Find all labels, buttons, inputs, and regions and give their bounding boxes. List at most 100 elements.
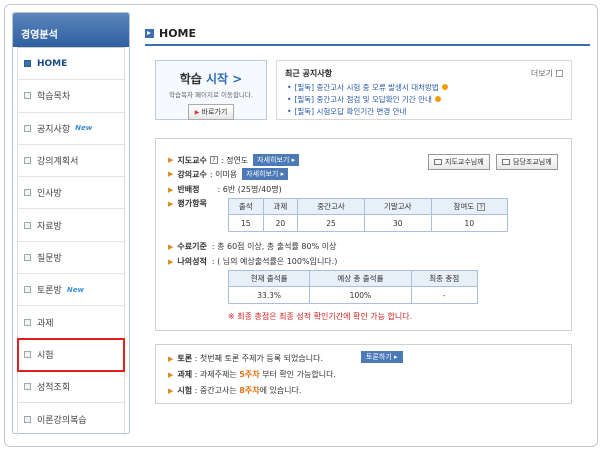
sidebar-item-label: HOME (37, 58, 68, 69)
grade-warning: ※ 최종 총점은 최종 성적 확인기간에 확인 가능 합니다. (228, 312, 413, 321)
bullet-icon: ▶ (168, 387, 174, 395)
bullet-icon: ▶ (168, 199, 174, 208)
sidebar-item-contents[interactable]: 학습목차 (18, 80, 124, 113)
bullet-icon (24, 124, 31, 132)
table-cell: - (410, 286, 478, 304)
exam-text: : 중간고사는 (194, 386, 237, 395)
sidebar-item-label: 과제 (37, 318, 54, 329)
notice-item[interactable]: • [필독] 시험오답 확인기간 변경 안내 (287, 106, 448, 118)
arrow-icon: • (287, 107, 292, 116)
table-header: 예상 총 출석률 (309, 270, 412, 287)
mail-professor-button[interactable]: 지도교수님께 (428, 154, 490, 170)
table-cell: 20 (262, 214, 299, 232)
criteria-row: ▶ 수료기준 : 총 60점 이상, 총 출석률 80% 이상 (168, 241, 336, 252)
sidebar-title: 경영분석 (13, 13, 129, 47)
bullet-icon (24, 157, 31, 165)
detail-label: 자세히보기 (246, 170, 279, 178)
bullet-icon: ▶ (168, 371, 174, 379)
mygrade-label: 나의성적 (177, 257, 207, 266)
exam-row: ▶ 시험 : 중간고사는 8주차에 있습니다. (168, 385, 301, 396)
study-start-description: 학습목차 페이지로 이동합니다. (169, 91, 253, 99)
table-header: 최종 총점 (410, 270, 478, 287)
sidebar-item-label: 공지사항 (37, 124, 71, 135)
mail-professor-label: 지도교수님께 (445, 158, 484, 166)
plus-box-icon (556, 70, 563, 77)
tutor-name: : 이미용 (209, 169, 238, 179)
professor-row: ▶ 지도교수 ? : 정연도 자세히보기 ▸ (168, 154, 300, 166)
table-header: 중간고사 (297, 198, 365, 215)
sidebar-item-grades[interactable]: 성적조회 (18, 371, 124, 404)
bullet-icon (24, 189, 31, 197)
professor-detail-button[interactable]: 자세히보기 ▸ (253, 154, 300, 166)
detail-label: 자세히보기 (257, 156, 290, 164)
table-header: 현재 출석률 (227, 270, 311, 287)
bullet-icon (24, 383, 31, 391)
sidebar-item-notice[interactable]: 공지사항 New (18, 113, 124, 145)
bullet-icon (24, 286, 31, 294)
bullet-icon: ▶ (168, 257, 174, 266)
notice-title: 최근 공지사항 (285, 69, 332, 78)
sidebar-item-label: 토론방 (37, 286, 62, 297)
table-header: 참여도? (430, 198, 509, 215)
notice-item-text: [필독] 시험오답 확인기간 변경 안내 (294, 107, 407, 116)
class-row: ▶ 반배정 : 6반 (25명/40명) (168, 184, 282, 195)
mail-tutor-label: 담당조교님께 (513, 158, 552, 166)
bullet-icon: ▶ (168, 355, 174, 363)
bullet-icon (24, 318, 31, 326)
envelope-icon (502, 159, 510, 165)
discussion-label: 토론 (177, 354, 193, 363)
arrow-icon: • (287, 95, 292, 104)
assignment-text-end: 부터 확인 가능합니다. (262, 370, 336, 379)
page-title: HOME (145, 27, 196, 40)
eval-table: 출석 과제 중간고사 기말고사 참여도? 15 20 25 30 10 (228, 198, 509, 232)
study-start-prefix: 학습 (179, 72, 202, 86)
notice-item[interactable]: • [필독] 중간고사 시험 중 오류 발생시 대처방법 (287, 82, 448, 94)
criteria-label: 수료기준 (177, 242, 207, 251)
sidebar-item-discussion[interactable]: 토론방 New (18, 274, 124, 307)
bullet-icon (24, 92, 31, 100)
arrow-right-icon: ▶ (194, 109, 200, 116)
go-button[interactable]: ▶ 바로가기 (187, 104, 235, 120)
tutor-detail-button[interactable]: 자세히보기 ▸ (242, 168, 289, 180)
sidebar-item-exam[interactable]: 시험 (17, 337, 125, 372)
mygrade-value: : ( 님의 예상출석률은 100%입니다.) (211, 257, 338, 266)
table-cell: 33.3% (227, 286, 311, 304)
table-cell: 25 (297, 214, 365, 232)
sidebar-item-label: 성적조회 (37, 383, 71, 394)
sidebar-item-home[interactable]: HOME (18, 48, 124, 81)
sidebar-item-questions[interactable]: 질문방 (18, 242, 124, 275)
course-info-panel: ▶ 지도교수 ? : 정연도 자세히보기 ▸ ▶ 강의교수 : 이미용 자세히보… (155, 138, 572, 331)
table-header-row: 출석 과제 중간고사 기말고사 참여도? (228, 198, 509, 215)
notice-item[interactable]: • [필독] 중간고사 점검 및 오답확인 기간 안내 (287, 94, 448, 106)
table-cell: 15 (228, 214, 264, 232)
discuss-button[interactable]: 토론하기 ▸ (361, 351, 403, 363)
bullet-icon (24, 350, 31, 358)
sidebar-item-materials[interactable]: 자료방 (18, 209, 124, 242)
table-row: 15 20 25 30 10 (228, 214, 509, 232)
sidebar-item-syllabus[interactable]: 강의계획서 (18, 145, 124, 178)
exam-week: 8주차 (239, 386, 260, 395)
discussion-text: : 첫번째 토론 주제가 등록 되었습니다. (194, 354, 324, 363)
more-link[interactable]: 더보기 (531, 68, 563, 79)
help-icon[interactable]: ? (209, 156, 218, 164)
table-header: 기말고사 (363, 198, 432, 215)
bullet-icon: ▶ (168, 185, 174, 194)
table-cell: 100% (309, 286, 412, 304)
title-icon (145, 29, 154, 38)
professor-label: 지도교수 (177, 155, 207, 165)
grade-table: 현재 출석률 예상 총 출석률 최종 총점 33.3% 100% - (227, 270, 478, 304)
mail-tutor-button[interactable]: 담당조교님께 (496, 154, 558, 170)
sidebar-item-review[interactable]: 이론강의복습 (18, 403, 124, 435)
sidebar-item-greeting[interactable]: 인사방 (18, 177, 124, 210)
arrow-icon: • (287, 83, 292, 92)
title-divider (145, 44, 590, 46)
study-start-heading: 학습 시작 > (156, 70, 266, 87)
sidebar-item-label: 인사방 (37, 189, 62, 200)
notice-item-text: [필독] 중간고사 점검 및 오답확인 기간 안내 (294, 95, 432, 104)
sidebar-item-assignment[interactable]: 과제 (18, 306, 124, 339)
study-start-link[interactable]: 시작 > (206, 72, 242, 86)
more-label: 더보기 (530, 69, 553, 78)
sidebar-item-label: 시험 (37, 350, 54, 361)
help-icon[interactable]: ? (477, 203, 486, 211)
go-button-label: 바로가기 (201, 108, 228, 116)
